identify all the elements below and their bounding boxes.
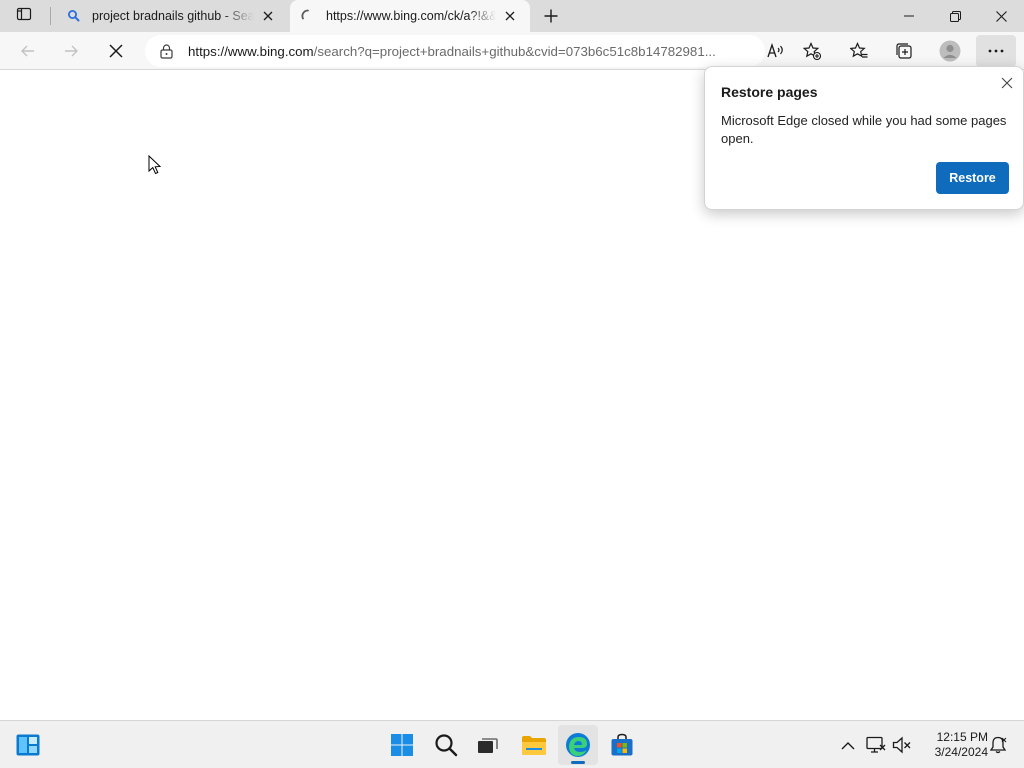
store-button[interactable] <box>602 725 642 765</box>
close-icon <box>505 11 515 21</box>
plus-icon <box>544 9 558 23</box>
file-explorer-icon <box>522 736 546 755</box>
search-favicon-icon <box>66 8 82 24</box>
browser-window: project bradnails github - Search https:… <box>0 0 1024 720</box>
notification-center-button[interactable] <box>986 733 1010 757</box>
loading-spinner-icon <box>300 8 316 24</box>
clock-time: 12:15 PM <box>936 730 988 744</box>
add-favorite-icon <box>803 42 821 60</box>
start-icon <box>391 734 413 756</box>
address-url: https://www.bing.com/search?q=project+br… <box>188 44 716 59</box>
minimize-button[interactable] <box>886 0 932 32</box>
restore-button[interactable] <box>932 0 978 32</box>
url-path: /search?q=project+bradnails+github&cvid=… <box>313 43 716 59</box>
network-button[interactable] <box>864 733 888 757</box>
file-explorer-button[interactable] <box>514 725 554 765</box>
start-button[interactable] <box>382 725 422 765</box>
edge-icon <box>566 733 590 757</box>
favorites-button[interactable] <box>843 35 875 67</box>
close-tab-button[interactable] <box>258 6 278 26</box>
settings-and-more-button[interactable] <box>976 35 1016 67</box>
stop-button[interactable] <box>100 35 132 67</box>
close-tab-button[interactable] <box>500 6 520 26</box>
close-icon <box>995 10 1007 22</box>
widgets-icon <box>16 734 40 756</box>
clock-date: 3/24/2024 <box>934 745 988 759</box>
tab-strip: project bradnails github - Search https:… <box>0 0 1024 32</box>
widgets-button[interactable] <box>8 725 48 765</box>
read-aloud-icon <box>767 43 783 58</box>
forward-button[interactable] <box>55 35 87 67</box>
back-button[interactable] <box>12 35 44 67</box>
profile-icon <box>939 40 961 62</box>
network-icon <box>866 736 886 753</box>
dialog-close-button[interactable] <box>997 73 1017 93</box>
tab-title: https://www.bing.com/ck/a?!&&p=57 <box>326 9 496 23</box>
close-icon <box>263 11 273 21</box>
close-window-button[interactable] <box>978 0 1024 32</box>
read-aloud-button[interactable] <box>760 35 792 67</box>
chevron-up-icon <box>841 741 855 749</box>
url-host: https://www.bing.com <box>188 43 314 59</box>
address-bar[interactable]: https://www.bing.com/search?q=project+br… <box>145 35 765 67</box>
minimize-icon <box>904 15 914 17</box>
volume-button[interactable] <box>890 733 914 757</box>
volume-muted-icon <box>892 736 911 754</box>
stop-icon <box>109 44 123 58</box>
restore-icon <box>949 10 961 22</box>
profile-button[interactable] <box>934 35 966 67</box>
restore-button[interactable]: Restore <box>936 162 1009 194</box>
active-indicator <box>571 761 585 764</box>
new-tab-button[interactable] <box>538 4 564 28</box>
collections-icon <box>896 43 912 59</box>
tab-active[interactable]: https://www.bing.com/ck/a?!&&p=57 <box>290 0 530 32</box>
dialog-message: Microsoft Edge closed while you had some… <box>721 113 1007 146</box>
edge-taskbar-button[interactable] <box>558 725 598 765</box>
collections-button[interactable] <box>888 35 920 67</box>
clock[interactable]: 12:15 PM 3/24/2024 <box>916 730 988 760</box>
taskbar-search-button[interactable] <box>426 725 466 765</box>
add-favorite-button[interactable] <box>796 35 828 67</box>
lock-icon[interactable] <box>156 41 176 61</box>
browser-toolbar: https://www.bing.com/search?q=project+br… <box>0 32 1024 70</box>
forward-icon <box>65 45 78 57</box>
restore-pages-dialog: Restore pages Microsoft Edge closed whil… <box>704 66 1024 210</box>
search-icon <box>435 734 458 757</box>
tab-search[interactable]: project bradnails github - Search <box>56 0 288 32</box>
tab-actions-icon <box>16 6 32 27</box>
dialog-title: Restore pages <box>721 84 818 100</box>
taskbar: 12:15 PM 3/24/2024 <box>0 720 1024 768</box>
favorites-icon <box>850 42 868 58</box>
task-view-button[interactable] <box>468 725 508 765</box>
close-icon <box>1001 77 1013 89</box>
task-view-icon <box>478 738 498 753</box>
tab-separator <box>50 7 51 25</box>
tab-actions-button[interactable] <box>8 4 40 28</box>
store-icon <box>611 733 633 756</box>
back-icon <box>21 45 34 57</box>
more-icon <box>988 49 1004 53</box>
show-hidden-icons-button[interactable] <box>836 733 860 757</box>
mouse-cursor-icon <box>148 155 162 175</box>
notification-icon <box>989 736 1007 754</box>
tab-title: project bradnails github - Search <box>92 9 254 23</box>
